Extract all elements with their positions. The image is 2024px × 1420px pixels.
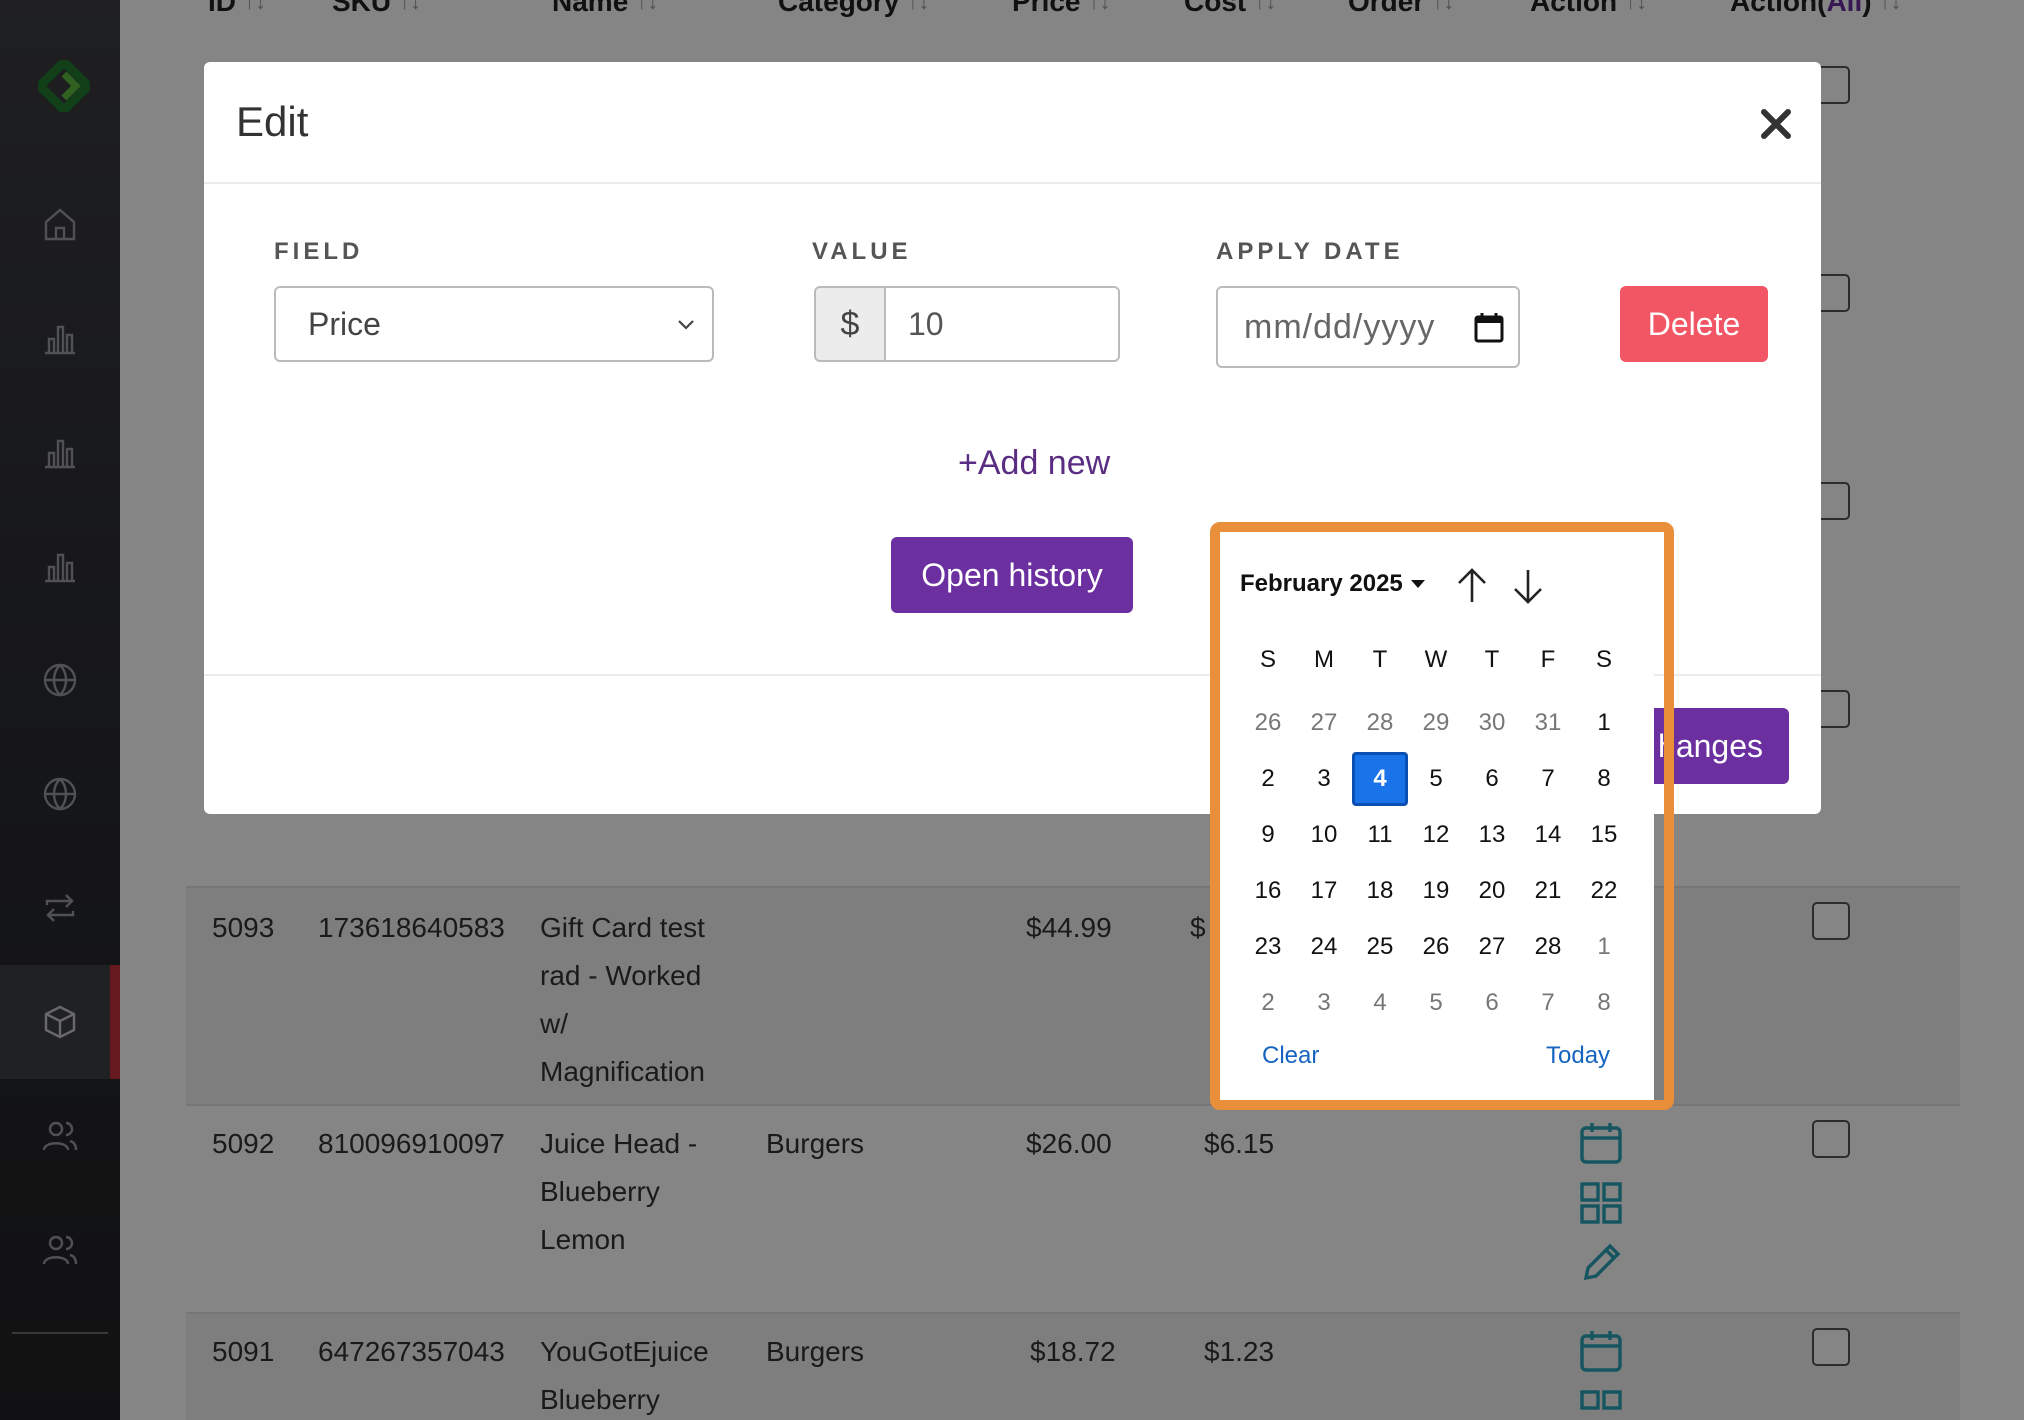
weekday-header: T <box>1372 646 1388 673</box>
calendar-day[interactable]: 4 <box>1352 976 1408 1030</box>
calendar-day[interactable]: 14 <box>1520 808 1576 862</box>
calendar-day[interactable]: 24 <box>1296 920 1352 974</box>
calendar-day[interactable]: 16 <box>1240 864 1296 918</box>
calendar-day[interactable]: 3 <box>1296 976 1352 1030</box>
weekday-header: F <box>1540 646 1556 673</box>
calendar-day[interactable]: 8 <box>1576 976 1632 1030</box>
calendar-day[interactable]: 27 <box>1296 696 1352 750</box>
field-select-value: Price <box>308 305 381 342</box>
calendar-day[interactable]: 23 <box>1240 920 1296 974</box>
chevron-down-icon <box>678 320 694 330</box>
calendar-day[interactable]: 6 <box>1464 976 1520 1030</box>
next-month-arrow-down-icon[interactable] <box>1510 566 1546 606</box>
open-history-button[interactable]: Open history <box>891 537 1133 613</box>
calendar-day[interactable]: 19 <box>1408 864 1464 918</box>
calendar-day[interactable]: 3 <box>1296 752 1352 806</box>
modal-header: Edit <box>204 62 1821 184</box>
delete-button[interactable]: Delete <box>1620 286 1768 362</box>
calendar-day[interactable]: 7 <box>1520 976 1576 1030</box>
calendar-day[interactable]: 26 <box>1408 920 1464 974</box>
calendar-day[interactable]: 10 <box>1296 808 1352 862</box>
calendar-day[interactable]: 11 <box>1352 808 1408 862</box>
previous-month-arrow-up-icon[interactable] <box>1454 566 1490 606</box>
weekday-header: T <box>1484 646 1500 673</box>
value-input[interactable]: 10 <box>884 286 1120 362</box>
calendar-day[interactable]: 7 <box>1520 752 1576 806</box>
caret-down-icon <box>1410 580 1425 588</box>
calendar-day[interactable]: 2 <box>1240 976 1296 1030</box>
calendar-day[interactable]: 22 <box>1576 864 1632 918</box>
calendar-day[interactable]: 5 <box>1408 752 1464 806</box>
calendar-day[interactable]: 27 <box>1464 920 1520 974</box>
calendar-day[interactable]: 30 <box>1464 696 1520 750</box>
month-year-selector[interactable]: February 2025 <box>1240 570 1425 598</box>
weekday-header: S <box>1259 646 1276 673</box>
field-select[interactable]: Price <box>274 286 714 362</box>
calendar-day[interactable]: 25 <box>1352 920 1408 974</box>
calendar-day[interactable]: 4 <box>1352 752 1408 806</box>
currency-prefix: $ <box>814 286 886 362</box>
calendar-day[interactable]: 5 <box>1408 976 1464 1030</box>
calendar-day[interactable]: 13 <box>1464 808 1520 862</box>
calendar-day[interactable]: 2 <box>1240 752 1296 806</box>
field-label: FIELD <box>274 238 364 265</box>
calendar-icon[interactable] <box>1472 310 1506 344</box>
calendar-day[interactable]: 26 <box>1240 696 1296 750</box>
calendar-day[interactable]: 28 <box>1352 696 1408 750</box>
calendar-day[interactable]: 17 <box>1296 864 1352 918</box>
calendar-day[interactable]: 20 <box>1464 864 1520 918</box>
calendar-day[interactable]: 29 <box>1408 696 1464 750</box>
calendar-day[interactable]: 8 <box>1576 752 1632 806</box>
clear-date-button[interactable]: Clear <box>1262 1042 1319 1070</box>
apply-date-input[interactable]: mm/dd/yyyy <box>1216 286 1520 368</box>
apply-date-label: APPLY DATE <box>1216 238 1404 265</box>
modal-title: Edit <box>236 98 309 145</box>
calendar-day[interactable]: 21 <box>1520 864 1576 918</box>
datepicker-popup: February 2025 SMTWTFS 26 27 28 29 30 31 1 2 3 4 5 6… <box>1220 532 1654 1100</box>
value-label: VALUE <box>812 238 912 265</box>
calendar-day[interactable]: 1 <box>1576 920 1632 974</box>
calendar-day[interactable]: 1 <box>1576 696 1632 750</box>
close-icon[interactable] <box>1756 104 1796 144</box>
weekday-header: W <box>1424 646 1448 673</box>
today-button[interactable]: Today <box>1546 1042 1610 1070</box>
date-placeholder: mm/dd/yyyy <box>1244 307 1436 346</box>
calendar-day[interactable]: 28 <box>1520 920 1576 974</box>
calendar-day[interactable]: 15 <box>1576 808 1632 862</box>
weekday-header: M <box>1314 646 1334 673</box>
calendar-day[interactable]: 31 <box>1520 696 1576 750</box>
calendar-day[interactable]: 12 <box>1408 808 1464 862</box>
calendar-day[interactable]: 18 <box>1352 864 1408 918</box>
add-new-link[interactable]: +Add new <box>958 444 1110 483</box>
calendar-day[interactable]: 9 <box>1240 808 1296 862</box>
weekday-header: S <box>1595 646 1612 673</box>
calendar-day[interactable]: 6 <box>1464 752 1520 806</box>
